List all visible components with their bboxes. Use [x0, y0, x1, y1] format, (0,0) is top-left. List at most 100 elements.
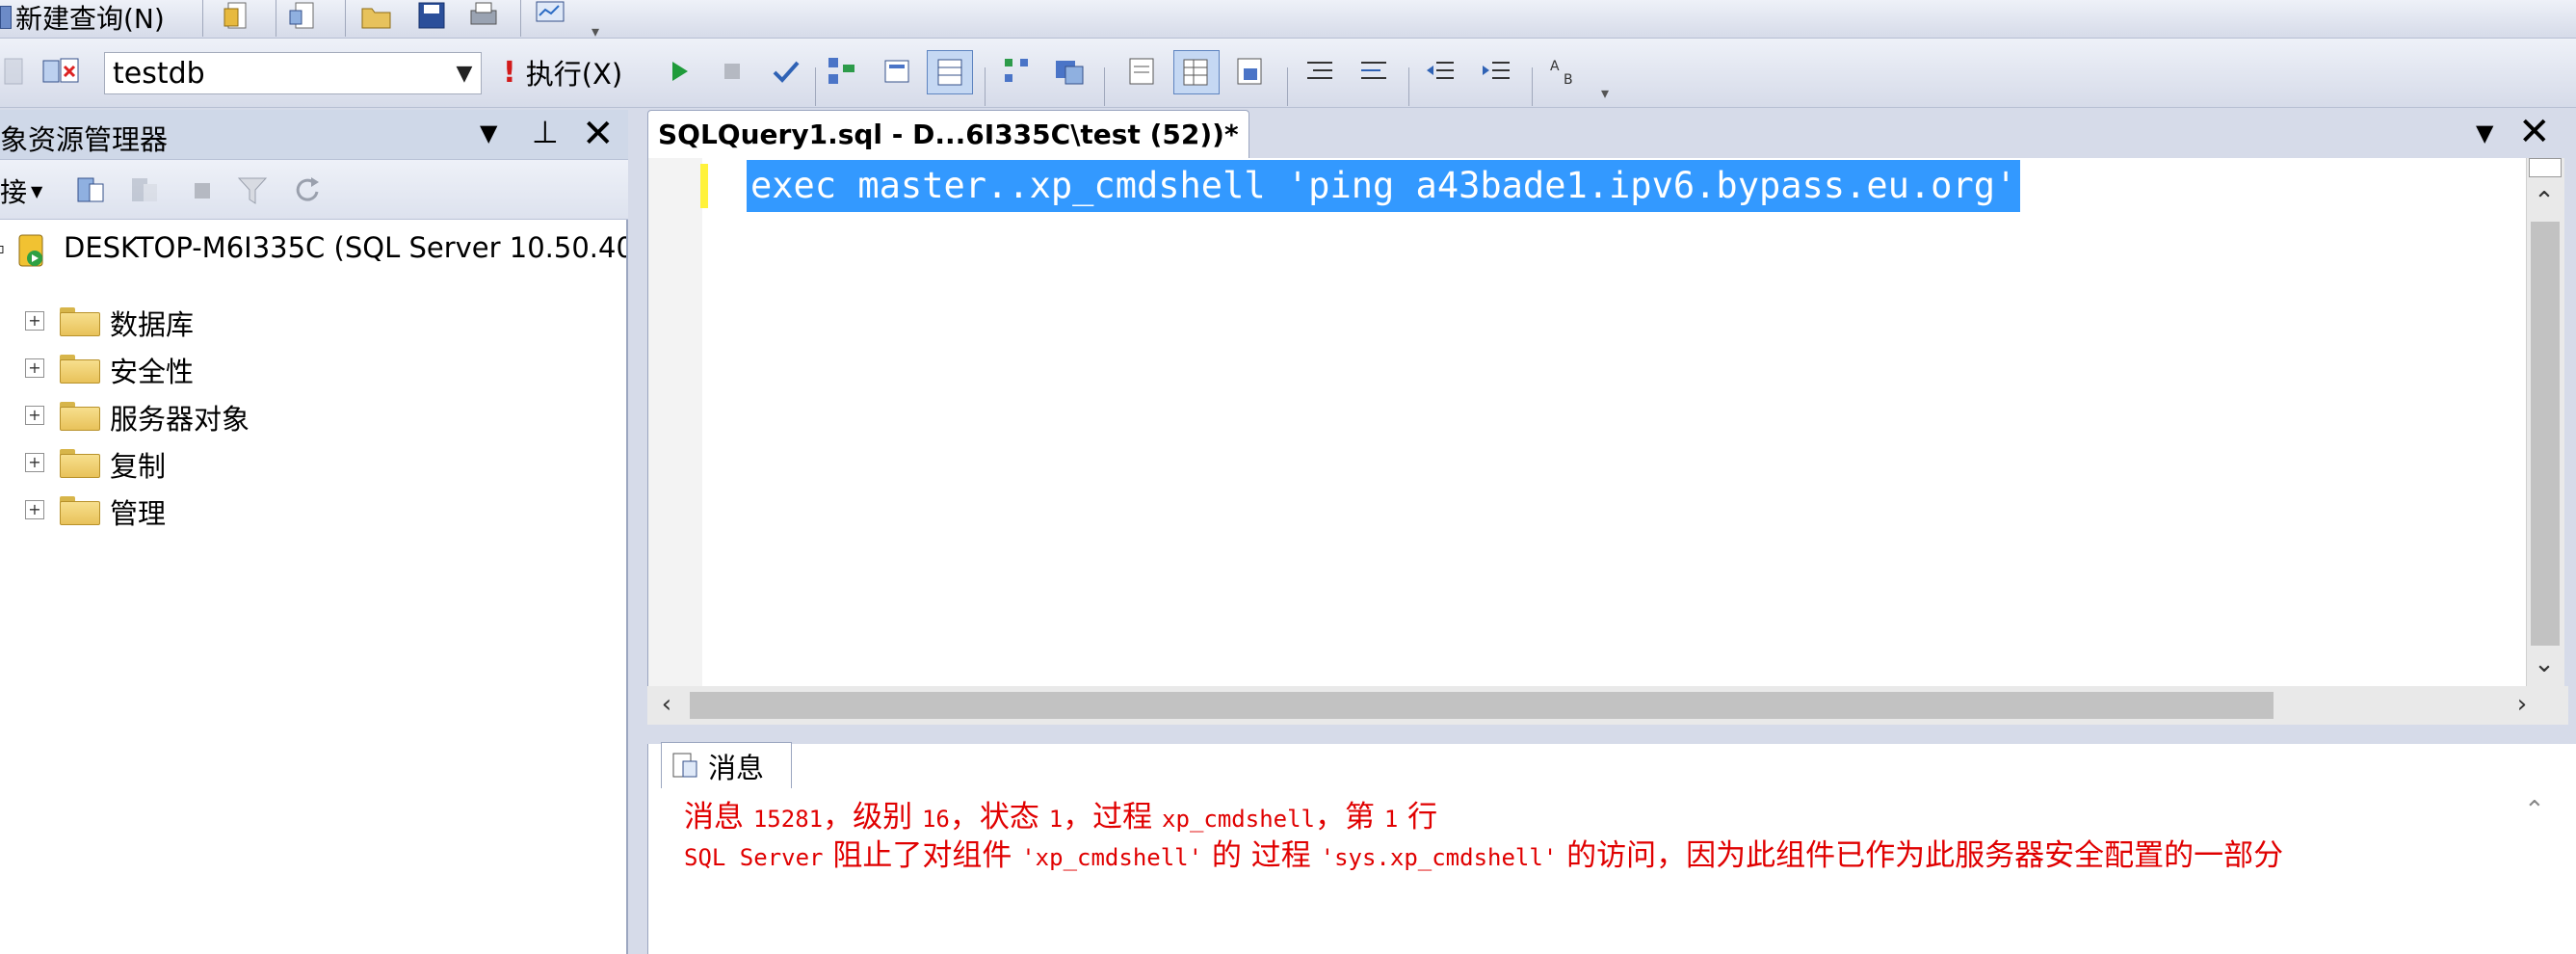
- change-connection-icon[interactable]: [39, 52, 87, 91]
- messages-icon: [671, 752, 700, 781]
- object-explorer-tree: ▫ DESKTOP-M6I335C (SQL Server 10.50.400 …: [0, 160, 628, 954]
- message-segment: 1: [1048, 806, 1064, 833]
- open-file-icon[interactable]: [358, 0, 397, 35]
- expand-icon[interactable]: +: [25, 453, 44, 472]
- display-estimated-plan-icon[interactable]: [823, 52, 861, 91]
- messages-scroll-up-icon[interactable]: ⌃: [2524, 796, 2545, 825]
- print-icon[interactable]: [464, 0, 503, 35]
- chevron-down-icon[interactable]: ▼: [448, 62, 481, 86]
- close-icon[interactable]: ✕: [582, 112, 615, 156]
- folder-icon: [60, 496, 100, 525]
- connect-icon[interactable]: [0, 52, 29, 91]
- database-value: testdb: [113, 56, 205, 91]
- tree-item[interactable]: + 数据库: [0, 299, 626, 343]
- activity-monitor-icon[interactable]: [532, 0, 570, 33]
- decrease-indent-icon[interactable]: [1422, 52, 1460, 91]
- scroll-left-icon[interactable]: ‹: [647, 690, 686, 719]
- toolbar-overflow-icon[interactable]: ▾: [591, 2, 603, 40]
- stop-icon[interactable]: [715, 52, 749, 91]
- expand-icon[interactable]: +: [25, 358, 44, 378]
- change-marker: [700, 164, 708, 208]
- tree-item-label: 复制: [110, 450, 167, 483]
- tree-item-label: 安全性: [110, 356, 195, 388]
- message-segment: SQL Server: [684, 844, 824, 871]
- results-to-text-icon[interactable]: [1123, 52, 1162, 91]
- object-explorer-toolbar: 连接 ▼: [0, 160, 628, 220]
- messages-tab-label: 消息: [708, 751, 765, 784]
- database-selector[interactable]: testdb ▼: [104, 52, 482, 94]
- error-message-line-1: 消息 15281，级别 16，状态 1，过程 xp_cmdshell，第 1 行: [684, 792, 1437, 835]
- connect-button[interactable]: 连接 ▼: [0, 172, 42, 210]
- editor-horizontal-scrollbar[interactable]: ‹ ›: [647, 686, 2568, 725]
- client-statistics-icon[interactable]: [1050, 52, 1089, 91]
- results-to-grid-toggle-icon[interactable]: [1173, 50, 1220, 94]
- message-segment: 消息: [684, 800, 753, 835]
- splitter-handle[interactable]: [2529, 158, 2562, 177]
- panel-dropdown-icon[interactable]: ▼: [480, 119, 497, 146]
- new-query-button[interactable]: 新建查询(N): [0, 0, 165, 35]
- connect-dropdown-icon[interactable]: ▼: [31, 182, 42, 200]
- editor-gutter: [648, 158, 702, 686]
- collapse-icon[interactable]: ▫: [0, 239, 5, 257]
- scroll-right-icon[interactable]: ›: [2503, 690, 2541, 719]
- message-segment: ，级别: [823, 800, 922, 835]
- disconnect-icon[interactable]: [125, 172, 164, 210]
- tab-sqlquery1[interactable]: SQLQuery1.sql - D...6I335C\test (52))*: [647, 110, 1249, 158]
- filter-icon[interactable]: [233, 172, 272, 210]
- message-segment: 16: [921, 806, 950, 833]
- server-icon: [17, 233, 50, 268]
- svg-text:A: A: [1550, 59, 1560, 74]
- new-query-icon: [0, 6, 12, 29]
- folder-icon: [60, 402, 100, 431]
- parse-checkmark-icon[interactable]: [767, 52, 805, 91]
- message-segment: 行: [1398, 800, 1438, 835]
- tree-item-label: 管理: [110, 497, 167, 530]
- tree-item[interactable]: + 复制: [0, 440, 626, 485]
- expand-icon[interactable]: +: [25, 500, 44, 519]
- editor-close-icon[interactable]: ✕: [2518, 110, 2551, 154]
- folder-icon: [60, 307, 100, 336]
- message-segment: 15281: [752, 806, 824, 833]
- tab-messages[interactable]: 消息: [661, 742, 792, 788]
- message-segment: ，第: [1315, 800, 1384, 835]
- refresh-icon[interactable]: [287, 172, 326, 210]
- tree-item[interactable]: + 服务器对象: [0, 393, 626, 437]
- tree-item-label: 数据库: [110, 308, 195, 341]
- sql-editor[interactable]: exec master..xp_cmdshell 'ping a43bade1.…: [647, 158, 2532, 686]
- new-db-engine-query-icon[interactable]: [220, 0, 254, 35]
- vertical-scroll-thumb[interactable]: [2531, 222, 2560, 646]
- results-to-file-icon[interactable]: [1231, 52, 1270, 91]
- tree-item[interactable]: + 安全性: [0, 346, 626, 390]
- scroll-up-icon[interactable]: ⌃: [2525, 187, 2563, 216]
- connect-label: 连接: [0, 176, 28, 208]
- execute-label: 执行(X): [525, 58, 623, 91]
- message-segment: xp_cmdshell: [1162, 806, 1315, 833]
- query-designer-icon[interactable]: [879, 52, 917, 91]
- expand-icon[interactable]: +: [25, 406, 44, 425]
- pin-icon[interactable]: ⊥: [532, 114, 559, 150]
- include-plan-icon[interactable]: [998, 52, 1037, 91]
- comment-lines-icon[interactable]: [1301, 52, 1339, 91]
- error-message-line-2: SQL Server 阻止了对组件 'xp_cmdshell' 的 过程 'sy…: [684, 831, 2551, 874]
- tree-item[interactable]: + 管理: [0, 488, 626, 532]
- message-segment: 'xp_cmdshell': [1021, 844, 1203, 871]
- execute-button[interactable]: ! 执行(X): [503, 50, 622, 94]
- register-server-icon[interactable]: [71, 172, 110, 210]
- editor-dropdown-icon[interactable]: ▼: [2476, 119, 2493, 146]
- editor-vertical-scrollbar[interactable]: ⌃ ⌄: [2526, 158, 2564, 686]
- tree-server-node[interactable]: ▫ DESKTOP-M6I335C (SQL Server 10.50.400: [0, 227, 626, 272]
- selected-code-line[interactable]: exec master..xp_cmdshell 'ping a43bade1.…: [747, 160, 2021, 212]
- expand-icon[interactable]: +: [25, 311, 44, 331]
- specify-template-values-icon[interactable]: AB: [1545, 52, 1584, 91]
- horizontal-scroll-thumb[interactable]: [690, 692, 2274, 719]
- debug-play-icon[interactable]: [663, 52, 697, 91]
- new-file-icon[interactable]: [285, 0, 320, 35]
- results-to-grid-icon[interactable]: [927, 50, 973, 94]
- sql-editor-toolbar: testdb ▼ ! 执行(X) A B ▾: [0, 39, 2576, 108]
- scroll-down-icon[interactable]: ⌄: [2525, 649, 2563, 678]
- uncomment-lines-icon[interactable]: [1354, 52, 1393, 91]
- save-icon[interactable]: [412, 0, 451, 35]
- toolbar2-overflow-icon[interactable]: ▾: [1601, 64, 1613, 102]
- increase-indent-icon[interactable]: [1478, 52, 1516, 91]
- stop-refresh-icon[interactable]: [185, 172, 220, 210]
